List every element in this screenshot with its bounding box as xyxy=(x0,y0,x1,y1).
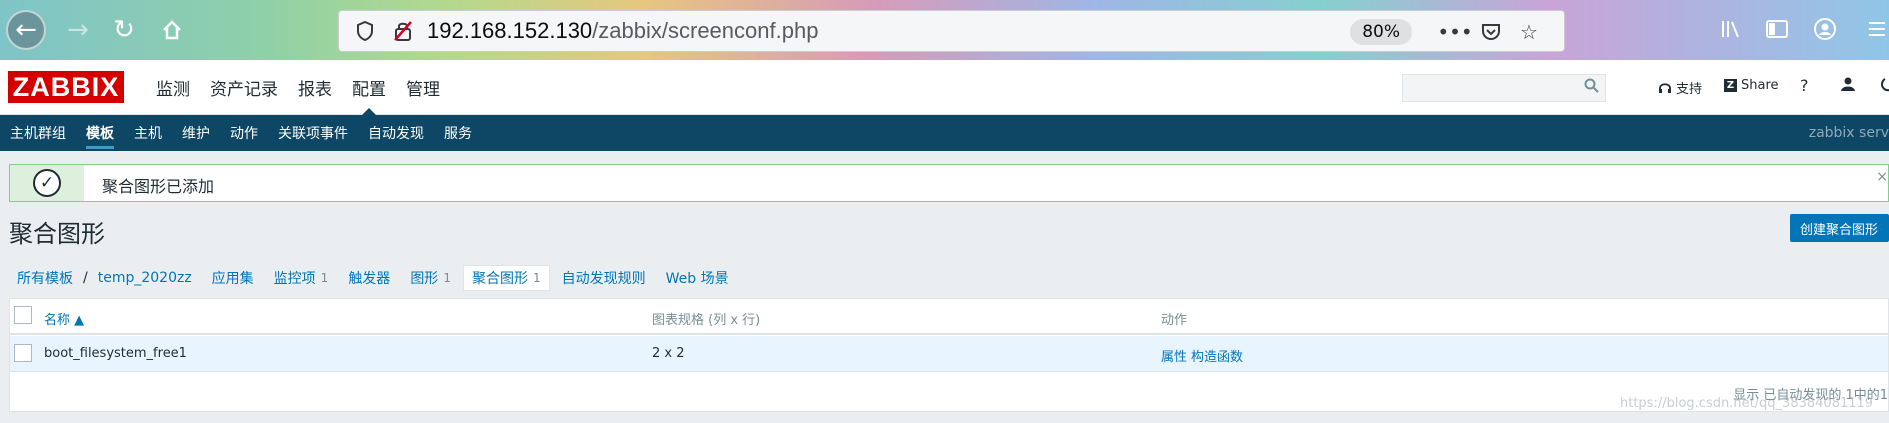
home-icon xyxy=(163,20,181,40)
share-link[interactable]: Z Share xyxy=(1724,78,1779,93)
select-all-checkbox[interactable] xyxy=(14,306,32,324)
submenu-event-correlation[interactable]: 关联项事件 xyxy=(268,115,358,151)
column-name[interactable]: 名称 ▲ xyxy=(44,309,84,328)
reload-icon: ↻ xyxy=(113,15,135,45)
crumb-graphs[interactable]: 图形 1 xyxy=(402,265,459,291)
sub-menu: 主机群组 模板 主机 维护 动作 关联项事件 自动发现 服务 zabbix se… xyxy=(0,115,1889,151)
row-name: boot_filesystem_free1 xyxy=(44,346,187,361)
create-screen-button[interactable]: 创建聚合图形 xyxy=(1790,214,1889,242)
arrow-right-icon: → xyxy=(67,15,89,45)
submenu-discovery[interactable]: 自动发现 xyxy=(358,115,434,151)
more-actions-icon[interactable]: ••• xyxy=(1437,19,1472,45)
server-name: zabbix serv xyxy=(1808,125,1889,141)
url-path: /zabbix/screenconf.php xyxy=(592,18,819,43)
back-button[interactable]: ← xyxy=(6,10,46,50)
crumb-separator: / xyxy=(83,270,88,286)
crumb-applications[interactable]: 应用集 xyxy=(204,265,262,291)
headset-icon xyxy=(1659,82,1671,93)
crumb-web-scenarios[interactable]: Web 场景 xyxy=(658,265,737,291)
menu-administration[interactable]: 管理 xyxy=(396,60,450,115)
submenu-templates[interactable]: 模板 xyxy=(76,115,124,151)
reload-button[interactable]: ↻ xyxy=(104,10,144,50)
signout-icon[interactable] xyxy=(1880,76,1889,97)
crumb-items-count: 1 xyxy=(320,271,329,285)
url-text[interactable]: 192.168.152.130/zabbix/screenconf.php xyxy=(427,18,818,44)
crumb-graphs-label: 图形 xyxy=(410,271,439,287)
checkmark-icon: ✓ xyxy=(33,169,61,197)
user-profile-icon[interactable] xyxy=(1840,76,1856,97)
search-icon[interactable] xyxy=(1584,78,1599,97)
table-header: 名称 ▲ 图表规格 (列 x 行) 动作 xyxy=(10,299,1888,335)
watermark: https://blog.csdn.net/qq_38384081119 xyxy=(1620,396,1874,411)
crumb-discovery-rules[interactable]: 自动发现规则 xyxy=(554,265,654,291)
crumb-screens-label: 聚合图形 xyxy=(471,271,528,287)
close-icon[interactable]: × xyxy=(1876,169,1888,185)
crumb-triggers[interactable]: 触发器 xyxy=(340,265,398,291)
browser-toolbar: ← → ↻ 192.168.152.130/zabbix/screenconf.… xyxy=(0,0,1889,60)
submenu-services[interactable]: 服务 xyxy=(434,115,482,151)
crumb-template[interactable]: temp_2020zz xyxy=(90,265,200,291)
template-breadcrumb: 所有模板 / temp_2020zz 应用集 监控项 1 触发器 图形 1 聚合图形… xyxy=(9,264,737,292)
submenu-maintenance[interactable]: 维护 xyxy=(172,115,220,151)
crumb-all-templates[interactable]: 所有模板 xyxy=(9,265,81,291)
crumb-items[interactable]: 监控项 1 xyxy=(266,265,337,291)
menu-icon[interactable] xyxy=(1862,14,1889,44)
arrow-left-icon: ← xyxy=(15,15,37,45)
help-icon[interactable]: ? xyxy=(1800,76,1809,95)
sidebar-icon[interactable] xyxy=(1762,14,1792,44)
bookmark-star-icon[interactable]: ☆ xyxy=(1516,19,1542,45)
submenu-hosts[interactable]: 主机 xyxy=(124,115,172,151)
crumb-screens[interactable]: 聚合图形 1 xyxy=(462,265,550,291)
screens-table: 名称 ▲ 图表规格 (列 x 行) 动作 boot_filesystem_fre… xyxy=(9,298,1889,412)
column-dimensions: 图表规格 (列 x 行) xyxy=(652,313,761,328)
menu-reports[interactable]: 报表 xyxy=(288,60,342,115)
share-label: Share xyxy=(1741,78,1779,93)
page-title: 聚合图形 xyxy=(9,220,105,248)
crumb-items-label: 监控项 xyxy=(273,271,316,287)
message-text: 聚合图形已添加 xyxy=(102,177,215,196)
submenu-host-groups[interactable]: 主机群组 xyxy=(0,115,76,151)
address-bar[interactable]: 192.168.152.130/zabbix/screenconf.php 80… xyxy=(338,10,1565,52)
table-row: boot_filesystem_free1 2 x 2 属性 构造函数 xyxy=(10,336,1888,372)
menu-inventory[interactable]: 资产记录 xyxy=(200,60,288,115)
success-message: ✓ 聚合图形已添加 × xyxy=(9,164,1889,202)
message-icon-area: ✓ xyxy=(10,165,84,201)
zoom-badge[interactable]: 80% xyxy=(1350,19,1412,45)
row-dimensions: 2 x 2 xyxy=(652,346,685,361)
url-host: 192.168.152.130 xyxy=(427,18,593,43)
zabbix-logo[interactable]: ZABBIX xyxy=(8,71,124,103)
shield-icon[interactable] xyxy=(355,20,375,42)
library-icon[interactable] xyxy=(1716,14,1746,44)
menu-monitoring[interactable]: 监测 xyxy=(146,60,200,115)
insecure-lock-icon[interactable] xyxy=(393,21,413,41)
support-label: 支持 xyxy=(1676,82,1703,97)
column-actions: 动作 xyxy=(1161,313,1188,328)
constructor-link[interactable]: 构造函数 xyxy=(1191,346,1243,365)
support-link[interactable]: 支持 xyxy=(1658,78,1702,97)
home-button[interactable] xyxy=(152,10,192,50)
submenu-actions[interactable]: 动作 xyxy=(220,115,268,151)
crumb-graphs-count: 1 xyxy=(443,271,451,285)
main-menu: 监测 资产记录 报表 配置 管理 xyxy=(146,60,450,116)
zabbix-header: ZABBIX 监测 资产记录 报表 配置 管理 支持 Z Share ? xyxy=(0,60,1889,116)
row-checkbox[interactable] xyxy=(14,344,32,362)
pocket-icon[interactable] xyxy=(1478,19,1504,45)
search-input[interactable] xyxy=(1402,74,1606,102)
forward-button[interactable]: → xyxy=(58,10,98,50)
share-icon: Z xyxy=(1724,79,1737,92)
crumb-screens-count: 1 xyxy=(532,271,541,285)
account-icon[interactable] xyxy=(1810,14,1840,44)
menu-configuration[interactable]: 配置 xyxy=(342,60,396,116)
properties-link[interactable]: 属性 xyxy=(1161,346,1187,365)
